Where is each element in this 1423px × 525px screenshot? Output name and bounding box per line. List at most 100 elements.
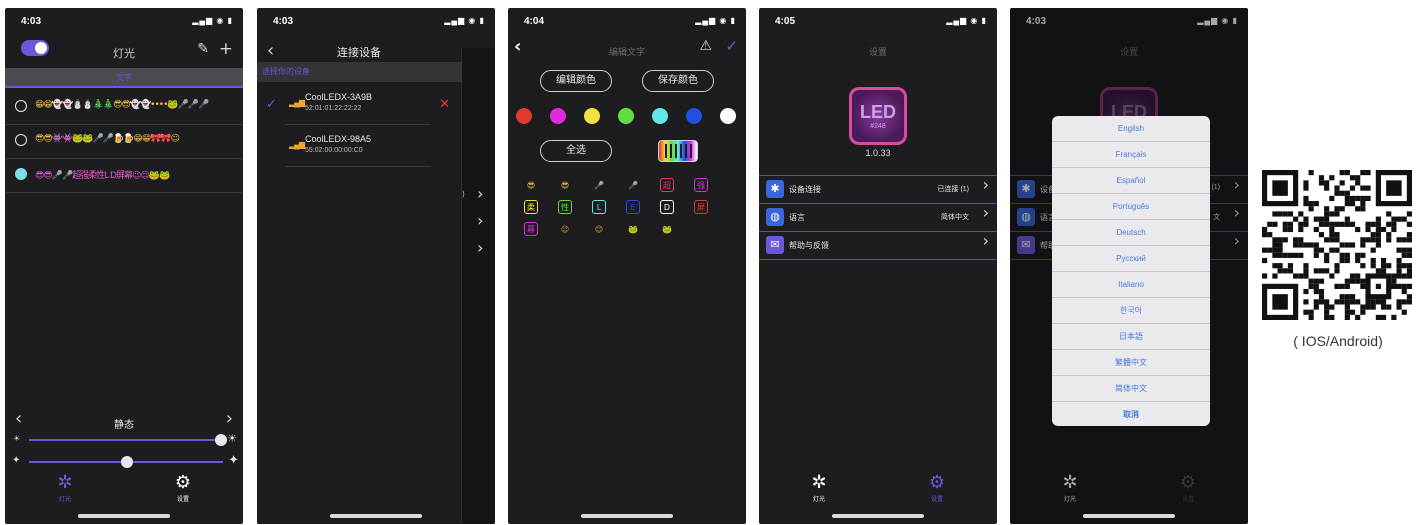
screen-settings: 4:05 ▂▄▆ ◉ ▮ 设置 LED #248 1.0.33 ✱ 设备连接 已… bbox=[759, 8, 997, 524]
qr-module bbox=[1334, 232, 1340, 238]
language-option[interactable]: Deutsch bbox=[1052, 220, 1210, 246]
qr-module bbox=[1396, 268, 1402, 274]
color-swatch-magenta[interactable] bbox=[550, 108, 566, 124]
color-swatch-green[interactable] bbox=[618, 108, 634, 124]
radio-button[interactable] bbox=[15, 100, 27, 112]
glyph-item[interactable]: 强 bbox=[694, 178, 708, 192]
glyph-item[interactable]: 柔 bbox=[524, 200, 538, 214]
settings-row-help[interactable]: ✉ 帮助与反馈 › bbox=[759, 231, 997, 258]
glyph-item[interactable]: 超 bbox=[660, 178, 674, 192]
qr-module bbox=[1386, 211, 1392, 217]
color-swatch-red[interactable] bbox=[516, 108, 532, 124]
qr-module bbox=[1329, 232, 1335, 238]
color-swatch-cyan[interactable] bbox=[652, 108, 668, 124]
signal-icon: ▂▄▆ ◉ ▮ bbox=[695, 16, 736, 25]
add-icon[interactable]: + bbox=[219, 39, 233, 59]
edit-color-button[interactable]: 编辑颜色 bbox=[540, 70, 612, 92]
qr-module bbox=[1313, 299, 1319, 305]
list-item[interactable]: 😁😁👻👻⛄⛄🎄🎄😎😎👻👻••••🐸🎤🎤🎤 bbox=[5, 90, 243, 124]
divider bbox=[759, 259, 997, 260]
glyph-item[interactable]: 😎 bbox=[558, 178, 572, 192]
glyph-item[interactable]: 🐸 bbox=[660, 222, 674, 236]
tab-text[interactable]: 文字 bbox=[5, 68, 243, 88]
select-all-button[interactable]: 全选 bbox=[540, 140, 612, 162]
glyph-item[interactable]: 🎤 bbox=[592, 178, 606, 192]
qr-module bbox=[1324, 268, 1330, 274]
glyph-item[interactable]: 性 bbox=[558, 200, 572, 214]
qr-module bbox=[1360, 242, 1366, 248]
color-swatch-yellow[interactable] bbox=[584, 108, 600, 124]
qr-module bbox=[1329, 247, 1335, 253]
language-option[interactable]: 简体中文 bbox=[1052, 376, 1210, 402]
language-option[interactable]: English bbox=[1052, 116, 1210, 142]
glyph-item[interactable]: 😉 bbox=[558, 222, 572, 236]
qr-module bbox=[1308, 278, 1314, 284]
language-option[interactable]: 繁體中文 bbox=[1052, 350, 1210, 376]
edit-icon[interactable]: ✎ bbox=[197, 41, 209, 57]
chevron-right-icon[interactable]: › bbox=[226, 408, 233, 429]
glyph-item[interactable]: 屏 bbox=[694, 200, 708, 214]
row-value: 已连接 (1) bbox=[937, 186, 970, 193]
glyph-item[interactable]: 🐸 bbox=[626, 222, 640, 236]
tab-lights[interactable]: ✲ 灯光 bbox=[45, 472, 85, 503]
tab-lights[interactable]: ✲ 灯光 bbox=[799, 472, 839, 503]
language-option[interactable]: Русский bbox=[1052, 246, 1210, 272]
qr-module bbox=[1334, 206, 1340, 212]
device-row[interactable]: ✓ ▂▄▆ CoolLEDX-3A9B 52:01:01:22:22:22 ✕ bbox=[257, 84, 462, 124]
save-color-button[interactable]: 保存颜色 bbox=[642, 70, 714, 92]
brightness-slider[interactable] bbox=[29, 434, 227, 446]
qr-module bbox=[1380, 314, 1387, 320]
qr-module bbox=[1360, 309, 1366, 315]
qr-module bbox=[1334, 263, 1340, 269]
qr-module bbox=[1282, 252, 1288, 258]
chevron-right-icon: › bbox=[982, 231, 989, 250]
glyph-item[interactable]: 😎 bbox=[524, 178, 538, 192]
confirm-icon[interactable]: ✓ bbox=[725, 37, 738, 55]
disconnect-icon[interactable]: ✕ bbox=[439, 96, 450, 112]
tab-settings[interactable]: ⚙ 设置 bbox=[163, 472, 203, 503]
color-swatch-blue[interactable] bbox=[686, 108, 702, 124]
glyph-item[interactable]: E bbox=[626, 200, 640, 214]
rainbow-color-button[interactable] bbox=[658, 140, 698, 162]
language-option[interactable]: Español bbox=[1052, 168, 1210, 194]
radio-button-selected[interactable] bbox=[15, 168, 27, 180]
qr-module bbox=[1303, 221, 1309, 227]
language-option[interactable]: Português bbox=[1052, 194, 1210, 220]
radio-button[interactable] bbox=[15, 134, 27, 146]
glyph-item[interactable]: L bbox=[592, 200, 606, 214]
qr-module bbox=[1344, 309, 1350, 315]
status-time: 4:03 bbox=[21, 16, 42, 27]
glyph-item[interactable]: 幕 bbox=[524, 222, 538, 236]
qr-module bbox=[1334, 299, 1340, 305]
glyph-item[interactable]: 🎤 bbox=[626, 178, 640, 192]
qr-module bbox=[1386, 221, 1392, 227]
language-option[interactable]: Italiano bbox=[1052, 272, 1210, 298]
glyph-item[interactable]: D bbox=[660, 200, 674, 214]
qr-module bbox=[1308, 283, 1314, 289]
language-option[interactable]: Français bbox=[1052, 142, 1210, 168]
qr-module bbox=[1391, 314, 1397, 320]
settings-row-device[interactable]: ✱ 设备连接 已连接 (1) › bbox=[759, 175, 997, 202]
tab-settings[interactable]: ⚙ 设置 bbox=[917, 472, 957, 503]
list-item[interactable]: 😎😎🎤🎤超强柔性L D屏幕😉😉🐸🐸 bbox=[5, 158, 243, 192]
brightness-low-icon: ☀ bbox=[13, 434, 21, 443]
screen-connect: (1) › › › 4:03 ▂▄▆ ◉ ▮ ‹ 连接设备 选择你的设备 ✓ ▂… bbox=[257, 8, 495, 524]
glyph-item[interactable]: 😉 bbox=[592, 222, 606, 236]
slider-knob[interactable] bbox=[121, 456, 133, 468]
cancel-button[interactable]: 取消 bbox=[1052, 402, 1210, 426]
language-option[interactable]: 日本語 bbox=[1052, 324, 1210, 350]
slider-knob[interactable] bbox=[215, 434, 227, 446]
qr-module bbox=[1308, 201, 1314, 207]
qr-module bbox=[1339, 294, 1345, 300]
speed-slider[interactable] bbox=[29, 456, 223, 468]
qr-module bbox=[1334, 268, 1340, 274]
device-row[interactable]: ▂▄▆ CoolLEDX-98A5 55:02:00:00:00:C0 bbox=[257, 126, 462, 166]
language-option[interactable]: 한국어 bbox=[1052, 298, 1210, 324]
color-swatch-white[interactable] bbox=[720, 108, 736, 124]
list-item[interactable]: 😎😎👾👾🐸🐸🎤🎤🍺🍺😁😁🎀🎀😉 bbox=[5, 124, 243, 158]
qr-module bbox=[1355, 273, 1361, 279]
settings-row-language[interactable]: ◍ 语言 简体中文 › bbox=[759, 203, 997, 230]
qr-module bbox=[1396, 273, 1402, 279]
qr-module bbox=[1344, 304, 1350, 310]
warning-icon[interactable]: ⚠ bbox=[699, 38, 712, 54]
